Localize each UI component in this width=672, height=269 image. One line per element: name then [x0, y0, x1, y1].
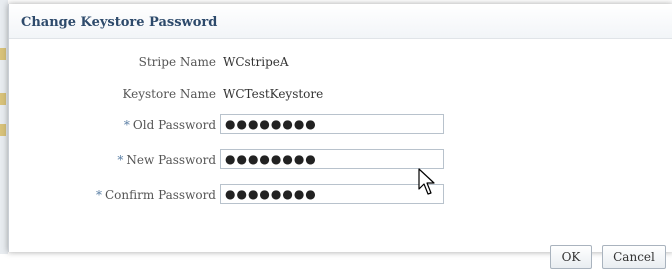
confirm-password-row: * Confirm Password: [9, 185, 216, 207]
background-marker: [0, 93, 6, 105]
old-password-field[interactable]: ●●●●●●●●: [220, 114, 444, 134]
old-password-label-text: Old Password: [132, 118, 216, 132]
old-password-label: * Old Password: [124, 118, 216, 132]
background-marker: [0, 48, 6, 60]
mouse-pointer-icon: [418, 168, 435, 195]
stripe-name-value: WCstripeA: [223, 55, 289, 69]
background-page-edge: [0, 0, 8, 254]
new-password-label-text: New Password: [126, 153, 216, 167]
background-marker: [0, 124, 6, 136]
dialog-titlebar: Change Keystore Password: [9, 4, 672, 39]
keystore-name-row: Keystore Name: [9, 84, 216, 106]
stripe-name-label: Stripe Name: [138, 55, 216, 69]
ok-button[interactable]: OK: [550, 245, 592, 269]
confirm-password-label: * Confirm Password: [96, 188, 216, 202]
new-password-row: * New Password: [9, 150, 216, 172]
confirm-password-label-text: Confirm Password: [105, 188, 216, 202]
new-password-field[interactable]: ●●●●●●●●: [220, 149, 444, 169]
keystore-name-label: Keystore Name: [122, 87, 216, 101]
old-password-row: * Old Password: [9, 115, 216, 137]
confirm-password-field[interactable]: ●●●●●●●●: [220, 184, 444, 204]
required-marker: *: [117, 153, 124, 167]
keystore-name-value: WCTestKeystore: [223, 87, 324, 101]
dialog-title: Change Keystore Password: [21, 15, 218, 30]
change-keystore-password-dialog: Change Keystore Password Stripe Name WCs…: [8, 4, 672, 269]
required-marker: *: [96, 188, 102, 202]
stripe-name-row: Stripe Name: [9, 52, 216, 74]
new-password-label: * New Password: [117, 153, 216, 167]
cancel-button[interactable]: Cancel: [602, 245, 666, 269]
required-marker: *: [123, 118, 130, 132]
